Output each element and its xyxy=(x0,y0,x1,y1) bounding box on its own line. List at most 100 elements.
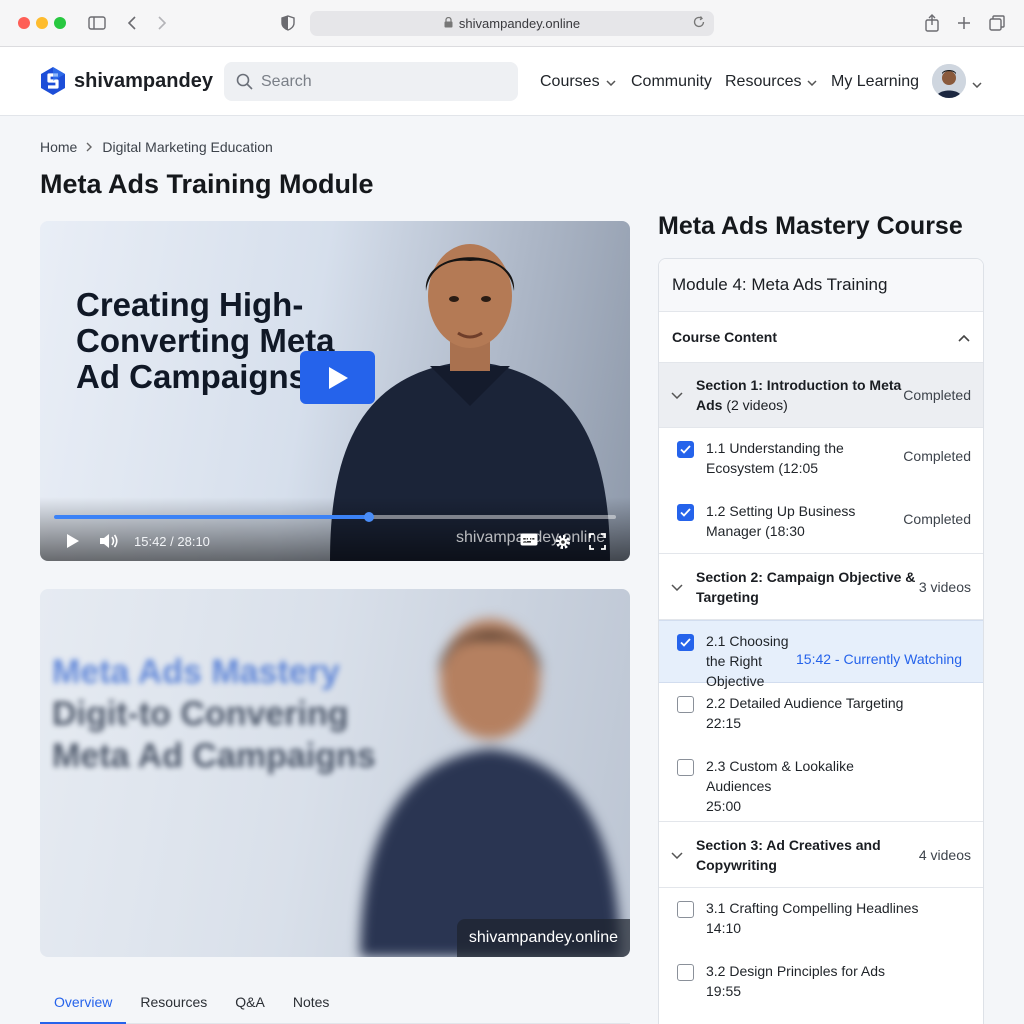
nav-community[interactable]: Community xyxy=(631,47,712,116)
maximize-window-button[interactable] xyxy=(54,17,66,29)
lesson-2-2[interactable]: 2.2 Detailed Audience Targeting 22:15 xyxy=(659,683,983,746)
lesson-checkbox[interactable] xyxy=(677,759,694,776)
lesson-3-2[interactable]: 3.2 Design Principles for Ads 19:55 xyxy=(659,951,983,1014)
reload-icon[interactable] xyxy=(692,15,706,32)
sidebar-toggle-icon[interactable] xyxy=(86,12,108,34)
forward-icon[interactable] xyxy=(151,12,173,34)
lesson-2-3[interactable]: 2.3 Custom & Lookalike Audiences 25:00 xyxy=(659,746,983,822)
section-3-title: Section 3: Ad Creatives and Copywriting xyxy=(696,836,881,873)
course-content-header[interactable]: Course Content xyxy=(659,312,983,363)
video-progress-fill xyxy=(54,515,369,519)
video-progress-handle[interactable] xyxy=(363,512,374,522)
section-1-status: Completed xyxy=(903,387,971,403)
breadcrumb-current[interactable]: Digital Marketing Education xyxy=(102,139,272,155)
avatar[interactable] xyxy=(932,64,966,98)
play-button[interactable] xyxy=(300,351,375,404)
logo-text: shivampandey xyxy=(74,69,213,92)
course-title: Meta Ads Mastery Course xyxy=(658,212,963,240)
chevron-down-icon xyxy=(671,578,685,596)
search-input[interactable] xyxy=(261,72,501,91)
lesson-status: Completed xyxy=(903,511,971,527)
lesson-duration: 14:10 xyxy=(706,920,742,936)
chevron-right-icon xyxy=(86,139,93,155)
chevron-down-icon xyxy=(807,73,818,91)
lesson-duration: 25:00 xyxy=(706,798,742,814)
lesson-duration: 22:15 xyxy=(706,715,742,731)
site-header: shivampandey Courses Community Resources… xyxy=(0,47,1024,116)
section-title: Section 1: Introduction to Meta Ads (2 v… xyxy=(696,375,903,415)
lock-icon xyxy=(444,16,453,31)
chevron-down-icon xyxy=(671,386,685,404)
nav-resources[interactable]: Resources xyxy=(725,47,818,116)
tab-qa[interactable]: Q&A xyxy=(221,990,279,1024)
lesson-2-1-current[interactable]: 2.1 Choosing the Right Objective 15:42 -… xyxy=(659,620,983,689)
preview-line-2: Digit-to Convering xyxy=(52,695,349,733)
search-icon xyxy=(236,73,253,90)
video-progress-bar[interactable] xyxy=(54,512,616,522)
address-bar[interactable]: shivampandey.online xyxy=(310,11,714,36)
play-icon xyxy=(328,366,348,389)
lesson-title: 2.2 Detailed Audience Targeting xyxy=(706,695,904,711)
video-player[interactable]: Creating High-Converting Meta Ad Campaig… xyxy=(40,221,630,561)
lesson-checkbox[interactable] xyxy=(677,964,694,981)
lesson-checkbox[interactable] xyxy=(677,901,694,918)
video-preview[interactable]: Meta Ads Mastery Digit-to Convering Meta… xyxy=(40,589,630,957)
lesson-label: 1.2 Setting Up Business Manager (18:30 xyxy=(706,503,856,539)
browser-chrome: shivampandey.online xyxy=(0,0,1024,47)
search-box[interactable] xyxy=(224,62,518,101)
chevron-down-icon[interactable] xyxy=(972,75,982,93)
site-logo[interactable]: shivampandey xyxy=(40,66,213,96)
page-title: Meta Ads Training Module xyxy=(40,169,374,199)
lesson-3-1[interactable]: 3.1 Crafting Compelling Headlines 14:10 xyxy=(659,888,983,951)
nav-courses[interactable]: Courses xyxy=(540,47,616,116)
video-time: 15:42 / 28:10 xyxy=(134,534,210,549)
section-3-count: 4 videos xyxy=(918,846,971,863)
lesson-1-1[interactable]: 1.1 Understanding the Ecosystem (12:05 C… xyxy=(659,428,983,491)
tab-overview[interactable]: Overview xyxy=(40,990,127,1024)
lesson-checkbox[interactable] xyxy=(677,504,694,521)
shield-icon[interactable] xyxy=(277,12,299,34)
lesson-checkbox[interactable] xyxy=(677,696,694,713)
preview-line-1: Meta Ads Mastery xyxy=(52,653,340,691)
lesson-1-2[interactable]: 1.2 Setting Up Business Manager (18:30 C… xyxy=(659,491,983,554)
nav-resources-label: Resources xyxy=(725,72,802,90)
section-1-count: (2 videos) xyxy=(726,397,788,413)
close-window-button[interactable] xyxy=(18,17,30,29)
module-title: Module 4: Meta Ads Training xyxy=(659,259,983,312)
section-3-header[interactable]: Section 3: Ad Creatives and Copywriting … xyxy=(659,822,983,888)
breadcrumb-home[interactable]: Home xyxy=(40,139,77,155)
presenter-preview-image xyxy=(360,619,620,957)
play-small-icon[interactable] xyxy=(66,533,80,549)
preview-title-overlay: Meta Ads Mastery Digit-to Convering Meta… xyxy=(52,651,376,777)
nav-my-learning-label: My Learning xyxy=(831,72,920,90)
tab-notes[interactable]: Notes xyxy=(279,990,344,1024)
lesson-label: 3.2 Design Principles for Ads 19:55 xyxy=(706,961,971,1001)
lesson-checkbox[interactable] xyxy=(677,634,694,651)
lesson-label: 2.1 Choosing the Right Objective xyxy=(706,633,789,689)
new-tab-icon[interactable] xyxy=(953,12,975,34)
preview-watermark: shivampandey.online xyxy=(456,919,630,957)
tab-overview-icon[interactable] xyxy=(986,12,1008,34)
section-2-title: Section 2: Campaign Objective & Targetin… xyxy=(696,568,916,605)
lesson-duration: 19:55 xyxy=(706,983,742,999)
nav-my-learning[interactable]: My Learning xyxy=(831,47,919,116)
minimize-window-button[interactable] xyxy=(36,17,48,29)
tab-resources[interactable]: Resources xyxy=(126,990,221,1024)
section-2-count: 3 videos xyxy=(918,578,971,595)
section-1-header[interactable]: Section 1: Introduction to Meta Ads (2 v… xyxy=(659,363,983,428)
nav-community-label: Community xyxy=(631,72,712,90)
chevron-down-icon xyxy=(671,846,685,864)
breadcrumb: Home Digital Marketing Education xyxy=(40,139,273,155)
volume-icon[interactable] xyxy=(99,533,119,549)
lesson-checkbox[interactable] xyxy=(677,441,694,458)
share-icon[interactable] xyxy=(921,12,943,34)
lesson-label: 3.1 Crafting Compelling Headlines 14:10 xyxy=(706,898,971,938)
chevron-down-icon xyxy=(606,73,616,91)
preview-line-3: Meta Ad Campaigns xyxy=(52,737,376,775)
section-2-header[interactable]: Section 2: Campaign Objective & Targetin… xyxy=(659,554,983,620)
course-content-panel: Module 4: Meta Ads Training Course Conte… xyxy=(658,258,984,1024)
logo-icon xyxy=(41,67,65,95)
chevron-up-icon[interactable] xyxy=(958,329,970,345)
back-icon[interactable] xyxy=(121,12,143,34)
lesson-label: 1.1 Understanding the Ecosystem (12:05 xyxy=(706,440,844,476)
